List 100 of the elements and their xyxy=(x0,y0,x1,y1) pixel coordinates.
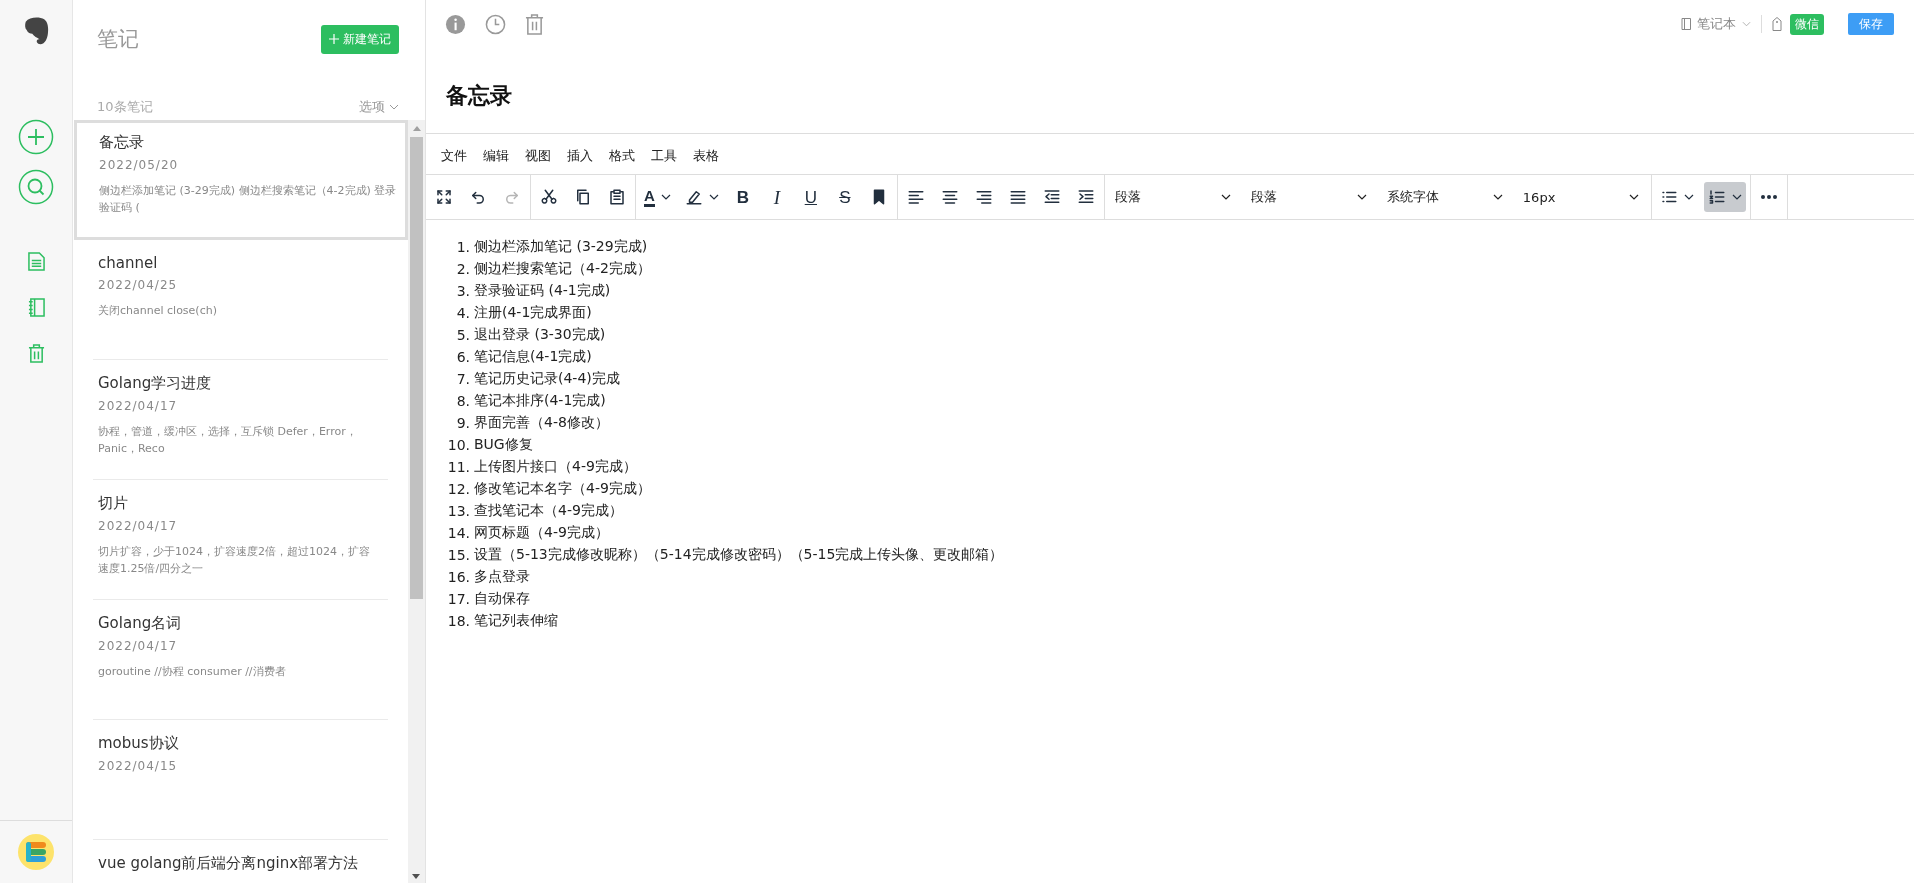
copy-icon xyxy=(574,188,592,206)
note-snippet: 切片扩容，少于1024，扩容速度2倍，超过1024，扩容速度1.25倍/四分之一 xyxy=(98,544,371,577)
align-left-icon xyxy=(906,188,925,206)
tag-icon[interactable] xyxy=(1772,17,1782,31)
list-item-text: BUG修复 xyxy=(474,436,533,454)
list-item-text: 上传图片接口（4-9完成） xyxy=(474,458,637,476)
note-snippet: goroutine //协程 consumer //消费者 xyxy=(98,664,287,680)
list-item-text: 多点登录 xyxy=(474,568,530,586)
cut-icon xyxy=(540,188,558,206)
list-number: 15. xyxy=(446,547,470,563)
clock-icon[interactable] xyxy=(485,13,506,35)
note-item[interactable]: channel 2022/04/25 关闭channel close(ch) xyxy=(93,240,388,360)
list-number: 7. xyxy=(455,371,470,387)
list-number: 11. xyxy=(446,459,470,475)
list-item-text: 笔记信息(4-1完成) xyxy=(474,348,592,366)
notes-heading: 笔记 xyxy=(97,26,139,53)
menu-item[interactable]: 插入 xyxy=(560,144,600,168)
format-dropdown[interactable]: 系统字体 xyxy=(1380,182,1511,212)
list-item-text: 退出登录 (3-30完成) xyxy=(474,326,606,344)
scroll-down-icon[interactable] xyxy=(412,874,420,879)
italic-button[interactable]: I xyxy=(762,182,791,212)
note-title: 切片 xyxy=(98,494,129,513)
note-title: vue golang前后端分离nginx部署方法 xyxy=(98,854,360,873)
list-item-text: 注册(4-1完成界面) xyxy=(474,304,592,322)
list-number: 14. xyxy=(446,525,470,541)
caret-icon xyxy=(1492,194,1503,200)
list-number: 4. xyxy=(455,305,470,321)
note-item[interactable]: 切片 2022/04/17 切片扩容，少于1024，扩容速度2倍，超过1024，扩容速度1.25倍/四分之一 xyxy=(93,480,388,600)
list-item-text: 自动保存 xyxy=(474,590,530,608)
notebook-icon xyxy=(1681,18,1691,30)
note-date: 2022/05/20 xyxy=(99,158,180,172)
avatar-logo[interactable] xyxy=(18,834,54,870)
paste-icon xyxy=(608,188,626,206)
list-number: 12. xyxy=(446,481,470,497)
bold-button[interactable]: B xyxy=(728,182,757,212)
underline-button[interactable]: U xyxy=(796,182,825,212)
fullscreen-icon xyxy=(435,188,453,206)
justify-icon xyxy=(1008,188,1027,206)
format-dropdown[interactable]: 段落 xyxy=(1244,182,1375,212)
list-number: 10. xyxy=(446,437,470,453)
note-item[interactable]: mobus协议 2022/04/15 xyxy=(93,720,388,840)
scrollbar-thumb[interactable] xyxy=(410,137,423,599)
outdent-icon xyxy=(1042,188,1061,206)
notebook-dropdown[interactable]: 笔记本 xyxy=(1681,15,1751,33)
list-item-text: 网页标题（4-9完成） xyxy=(474,524,609,542)
align-center-icon xyxy=(940,188,959,206)
caret-icon xyxy=(1220,194,1231,200)
menu-item[interactable]: 视图 xyxy=(518,144,558,168)
note-item[interactable]: vue golang前后端分离nginx部署方法 xyxy=(93,840,388,883)
list-number: 3. xyxy=(455,283,470,299)
format-dropdown[interactable]: 段落 xyxy=(1108,182,1239,212)
note-date: 2022/04/17 xyxy=(98,639,179,653)
note-date: 2022/04/15 xyxy=(98,759,179,773)
align-right-icon xyxy=(974,188,993,206)
list-number: 1. xyxy=(455,239,470,255)
note-date: 2022/04/25 xyxy=(98,278,179,292)
caret-icon xyxy=(389,104,399,110)
list-item-text: 查找笔记本（4-9完成） xyxy=(474,502,623,520)
info-icon[interactable] xyxy=(445,13,466,35)
list-number: 18. xyxy=(446,613,470,629)
note-title: mobus协议 xyxy=(98,734,180,753)
list-item-text: 笔记本排序(4-1完成) xyxy=(474,392,606,410)
menu-item[interactable]: 文件 xyxy=(434,144,474,168)
list-number: 9. xyxy=(455,415,470,431)
numbered-list-button[interactable] xyxy=(1703,182,1746,212)
font-color-button[interactable]: A xyxy=(640,182,675,212)
menu-item[interactable]: 表格 xyxy=(686,144,726,168)
note-snippet: 协程，管道，缓冲区，选择，互斥锁 Defer，Error，Panic，Reco xyxy=(98,424,358,457)
list-number: 5. xyxy=(455,327,470,343)
note-title: channel xyxy=(98,254,159,272)
list-item-text: 侧边栏搜索笔记（4-2完成） xyxy=(474,260,651,278)
list-item-text: 笔记历史记录(4-4)完成 xyxy=(474,370,620,388)
note-snippet: 侧边栏添加笔记 (3-29完成) 侧边栏搜索笔记（4-2完成) 登录验证码 ( xyxy=(99,183,398,216)
format-dropdown[interactable]: 16px xyxy=(1516,182,1647,212)
menu-item[interactable]: 格式 xyxy=(602,144,642,168)
caret-icon xyxy=(1628,194,1639,200)
menu-item[interactable]: 工具 xyxy=(644,144,684,168)
note-item[interactable]: 备忘录 2022/05/20 侧边栏添加笔记 (3-29完成) 侧边栏搜索笔记（4-2完成) 登录验证码 ( xyxy=(74,120,408,240)
highlight-icon xyxy=(684,188,703,206)
list-number: 13. xyxy=(446,503,470,519)
caret-icon xyxy=(1356,194,1367,200)
menu-item[interactable]: 编辑 xyxy=(476,144,516,168)
note-item[interactable]: Golang学习进度 2022/04/17 协程，管道，缓冲区，选择，互斥锁 Defer，Error，Panic，Reco xyxy=(93,360,388,480)
list-number: 8. xyxy=(455,393,470,409)
list-item-text: 笔记列表伸缩 xyxy=(474,612,558,630)
plus-icon xyxy=(329,34,339,44)
trash-icon[interactable] xyxy=(525,13,544,35)
note-title: Golang名词 xyxy=(98,614,183,633)
note-snippet: 关闭channel close(ch) xyxy=(98,303,218,319)
list-item-text: 修改笔记本名字（4-9完成） xyxy=(474,480,651,498)
scrollbar[interactable] xyxy=(408,120,425,883)
strikethrough-button[interactable]: S xyxy=(830,182,859,212)
list-item-text: 设置（5-13完成修改昵称）（5-14完成修改密码）（5-15完成上传头像、更改邮箱） xyxy=(474,546,1004,564)
list-number: 2. xyxy=(455,261,470,277)
indent-icon xyxy=(1076,188,1095,206)
list-number: 17. xyxy=(446,591,470,607)
note-item[interactable]: Golang名词 2022/04/17 goroutine //协程 consumer //消费者 xyxy=(93,600,388,720)
numbered-list-icon xyxy=(1707,188,1726,206)
more-icon xyxy=(1760,195,1777,199)
note-title-field[interactable]: 备忘录 xyxy=(446,83,512,108)
